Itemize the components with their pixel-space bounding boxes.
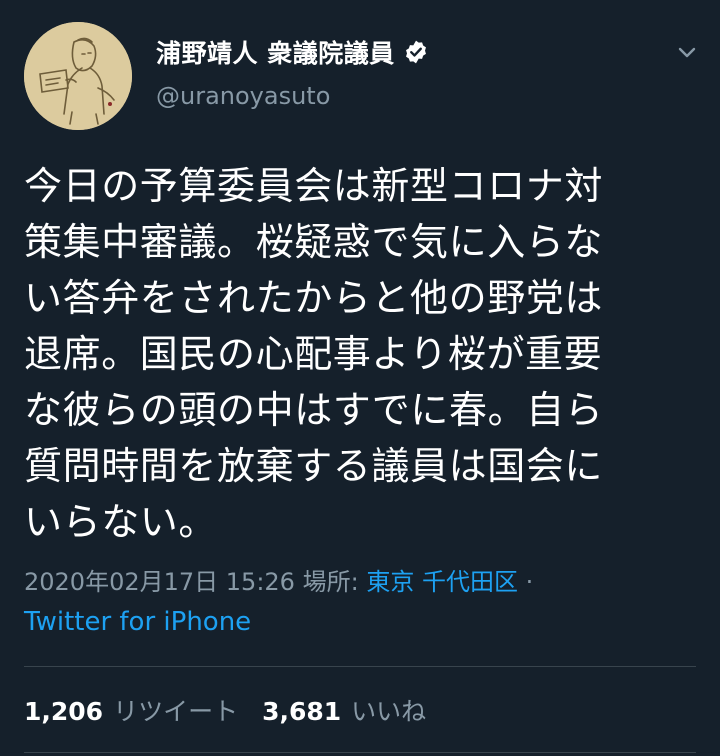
- profile-avatar[interactable]: [24, 22, 132, 130]
- verified-badge-icon: [403, 39, 429, 65]
- tweet-detail: 浦野靖人 衆議院議員 @uranoyasuto 今日の予算委員会は新型コロナ対 …: [0, 0, 720, 756]
- chevron-down-icon[interactable]: [672, 38, 702, 68]
- like-label: いいね: [351, 697, 427, 726]
- author-handle[interactable]: @uranoyasuto: [156, 82, 330, 110]
- meta-separator: ·: [525, 568, 534, 596]
- retweet-count: 1,206: [24, 697, 104, 726]
- like-count: 3,681: [262, 697, 342, 726]
- retweets-stat[interactable]: 1,206 リツイート: [24, 692, 238, 728]
- location-prefix: 場所:: [302, 568, 359, 596]
- tweet-text: 今日の予算委員会は新型コロナ対 策集中審議。桜疑惑で気に入らな い答弁をされたか…: [24, 164, 604, 544]
- location-link[interactable]: 東京 千代田区: [366, 568, 518, 596]
- divider: [24, 752, 696, 753]
- likes-stat[interactable]: 3,681 いいね: [262, 692, 426, 728]
- author-name-row: 浦野靖人 衆議院議員: [156, 32, 429, 72]
- engagement-stats: 1,206 リツイート 3,681 いいね: [24, 688, 450, 732]
- tweet-metadata: 2020年02月17日 15:26 場所: 東京 千代田区 ·: [24, 560, 704, 604]
- author-display-name[interactable]: 浦野靖人 衆議院議員: [156, 34, 395, 70]
- tweet-timestamp[interactable]: 2020年02月17日 15:26: [24, 568, 295, 596]
- divider: [24, 666, 696, 667]
- retweet-label: リツイート: [113, 697, 239, 726]
- avatar-illustration-icon: [24, 22, 132, 130]
- source-link[interactable]: Twitter for iPhone: [24, 600, 251, 644]
